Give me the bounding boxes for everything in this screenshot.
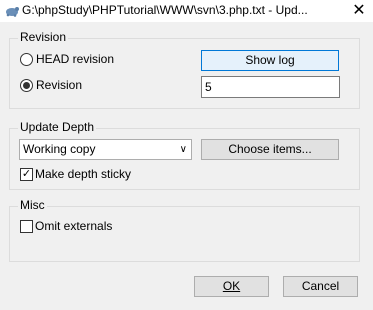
misc-group-label: Misc	[18, 198, 47, 212]
dialog-client-area: Revision HEAD revision Show log Revision…	[0, 22, 373, 310]
depth-select-value: Working copy	[23, 142, 96, 156]
cancel-label: Cancel	[301, 279, 340, 293]
update-depth-group: Update Depth Working copy ∨ Choose items…	[9, 120, 360, 190]
make-depth-sticky-label[interactable]: Make depth sticky	[35, 167, 131, 181]
omit-externals-label[interactable]: Omit externals	[35, 219, 112, 233]
ok-button[interactable]: OK	[194, 276, 269, 297]
choose-items-label: Choose items...	[228, 142, 312, 156]
head-revision-label[interactable]: HEAD revision	[36, 52, 114, 66]
chevron-down-icon: ∨	[179, 144, 187, 155]
depth-select[interactable]: Working copy ∨	[19, 139, 192, 160]
title-bar: G:\phpStudy\PHPTutorial\WWW\svn\3.php.tx…	[0, 0, 373, 22]
head-revision-radio[interactable]	[20, 53, 33, 66]
close-icon: ✕	[352, 2, 366, 19]
revision-radio[interactable]	[20, 79, 33, 92]
update-depth-group-label: Update Depth	[18, 120, 97, 134]
misc-group: Misc Omit externals	[9, 198, 360, 262]
window-title: G:\phpStudy\PHPTutorial\WWW\svn\3.php.tx…	[22, 3, 308, 17]
revision-group-label: Revision	[18, 30, 69, 44]
revision-label[interactable]: Revision	[36, 78, 82, 92]
choose-items-button[interactable]: Choose items...	[201, 139, 339, 160]
close-button[interactable]: ✕	[345, 0, 373, 22]
ok-label: OK	[222, 279, 241, 293]
tortoise-svn-icon	[6, 7, 19, 17]
checkmark-icon: ✓	[21, 168, 32, 180]
revision-input[interactable]: 5	[201, 76, 340, 98]
omit-externals-checkbox[interactable]	[20, 220, 33, 233]
show-log-label: Show log	[245, 53, 295, 67]
radio-selected-dot	[23, 82, 30, 89]
revision-group: Revision HEAD revision Show log Revision…	[9, 30, 360, 109]
show-log-button[interactable]: Show log	[201, 50, 339, 71]
make-depth-sticky-checkbox[interactable]: ✓	[20, 168, 33, 181]
cancel-button[interactable]: Cancel	[283, 276, 358, 297]
